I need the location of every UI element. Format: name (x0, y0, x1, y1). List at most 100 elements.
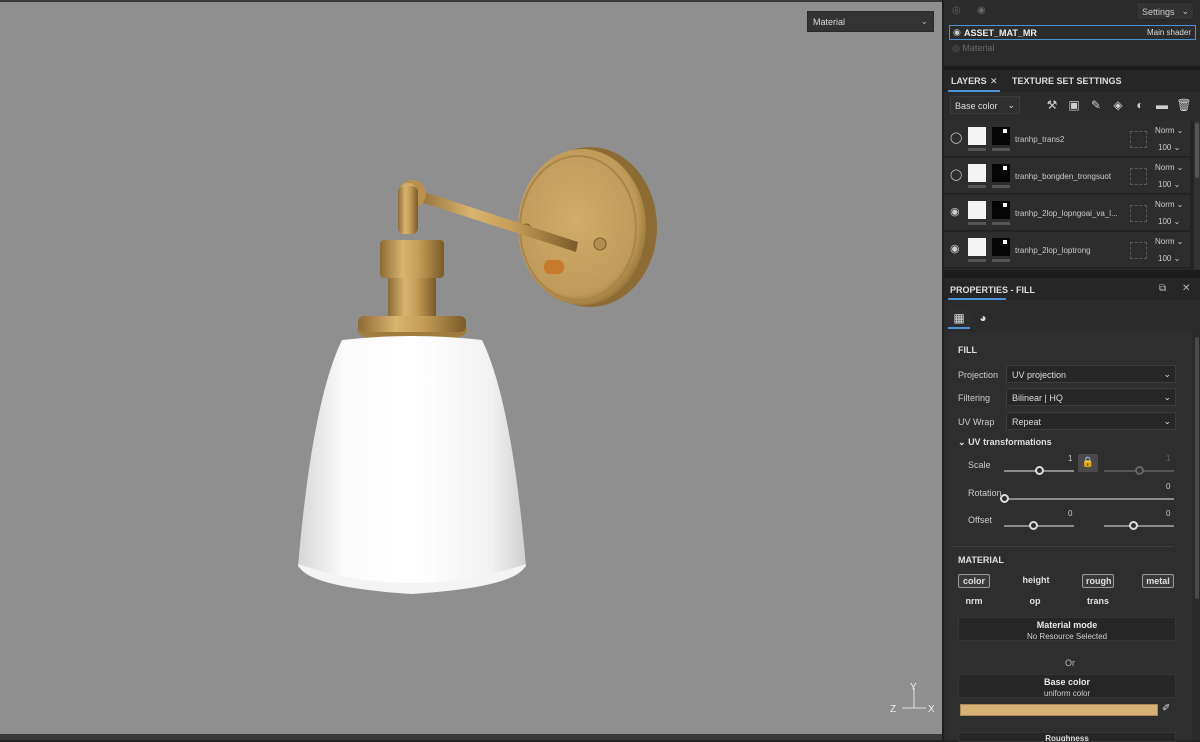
uv-transformations-toggle[interactable]: ⌄ UV transformations (958, 437, 1052, 448)
opacity-field[interactable]: 100 ⌄ (1158, 254, 1180, 263)
add-mask-icon[interactable]: ▣ (1066, 97, 1082, 113)
right-panel: ◎ ◉ Settings ⌄ ◉ ASSET_MAT_MR Main shade… (942, 0, 1200, 742)
mask-thumbnail[interactable] (992, 127, 1010, 145)
layer-placeholder (1130, 168, 1147, 185)
blend-mode-label: Norm (1155, 200, 1175, 209)
eye-icon[interactable]: ◉ (950, 205, 960, 218)
eye-icon[interactable]: ◉ (950, 242, 960, 255)
material-mode-slot[interactable]: Material mode No Resource Selected (958, 617, 1176, 641)
uvwrap-label: UV Wrap (958, 417, 995, 427)
close-icon[interactable]: ✕ (1182, 283, 1190, 294)
properties-title: PROPERTIES - FILL (950, 285, 1036, 295)
offset-v-slider-knob[interactable] (1129, 521, 1138, 530)
blend-mode-select[interactable]: Norm ⌄ (1155, 237, 1184, 246)
eye-icon[interactable]: ◯ (950, 168, 962, 181)
channel-chip-nrm[interactable]: nrm (958, 595, 990, 609)
mask-thumbnail[interactable] (992, 201, 1010, 219)
scrollbar-thumb[interactable] (1195, 123, 1199, 178)
properties-body: FILL Projection UV projection ⌄ Filterin… (948, 332, 1192, 742)
eye-all-icon[interactable]: ◉ (977, 5, 986, 16)
scrollbar-thumb[interactable] (1195, 337, 1199, 599)
offset-v-slider-track[interactable] (1104, 525, 1174, 527)
offset-label: Offset (968, 515, 992, 525)
uvwrap-value: Repeat (1012, 417, 1042, 427)
mask-bar (992, 222, 1010, 225)
projection-select[interactable]: UV projection ⌄ (1006, 365, 1176, 383)
layer-thumbnail (968, 238, 986, 256)
properties-scrollbar[interactable] (1194, 332, 1200, 740)
trash-icon[interactable]: 🗑 (1176, 97, 1192, 113)
opacity-field[interactable]: 100 ⌄ (1158, 217, 1180, 226)
opacity-field[interactable]: 100 ⌄ (1158, 180, 1180, 189)
3d-viewport[interactable]: Material ⌄ Y Z X (0, 0, 942, 740)
layer-stack: ◯ tranhp_trans2 Norm ⌄ 100 ⌄ ◯ tranhp_bo… (944, 121, 1194, 269)
channel-chip-metal[interactable]: metal (1142, 574, 1174, 588)
rotation-slider-track[interactable] (1004, 498, 1174, 500)
layer-placeholder (1130, 242, 1147, 259)
lamp-model (298, 147, 657, 594)
fill-layer-icon[interactable]: ◈ (1110, 97, 1126, 113)
layer-thumbnail (968, 164, 986, 182)
texture-set-topbar: ◎ ◉ Settings ⌄ (944, 0, 1200, 22)
chevron-down-icon: ⌄ (1163, 392, 1171, 402)
mask-thumbnail[interactable] (992, 164, 1010, 182)
blend-mode-select[interactable]: Norm ⌄ (1155, 163, 1184, 172)
rotation-slider-knob[interactable] (1000, 494, 1009, 503)
offset-u-slider-track[interactable] (1004, 525, 1074, 527)
opacity-value: 100 (1158, 180, 1172, 189)
channel-chip-height[interactable]: height (1018, 574, 1054, 588)
lock-icon[interactable]: 🔒 (1078, 454, 1098, 472)
add-effect-icon[interactable]: ⚒ (1044, 97, 1060, 113)
rotation-label: Rotation (968, 488, 1002, 498)
scale-slider-knob[interactable] (1035, 466, 1044, 475)
roughness-slot[interactable]: Roughness (958, 732, 1176, 742)
base-color-slot[interactable]: Base color uniform color (958, 674, 1176, 698)
visibility-all-icon[interactable]: ◎ (952, 5, 961, 16)
eye-icon[interactable]: ◯ (950, 131, 962, 144)
filtering-select[interactable]: Bilinear | HQ ⌄ (1006, 388, 1176, 406)
layer-row[interactable]: ◯ tranhp_bongden_trongsuot Norm ⌄ 100 ⌄ (944, 158, 1190, 194)
tab-texture-set-settings[interactable]: TEXTURE SET SETTINGS (1012, 76, 1122, 86)
smart-material-icon[interactable]: ◐ (1132, 97, 1148, 113)
folder-icon[interactable]: ▬ (1154, 97, 1170, 113)
material-row[interactable]: ◎ Material (952, 43, 994, 54)
mask-thumbnail[interactable] (992, 238, 1010, 256)
uvwrap-select[interactable]: Repeat ⌄ (1006, 412, 1176, 430)
settings-dropdown[interactable]: Settings ⌄ (1136, 2, 1194, 20)
channel-chip-rough[interactable]: rough (1082, 574, 1114, 588)
tab-layers[interactable]: LAYERS (951, 76, 987, 86)
undock-icon[interactable]: ⧉ (1159, 283, 1166, 294)
panel-tabs: LAYERS ✕ TEXTURE SET SETTINGS (944, 70, 1200, 92)
close-icon[interactable]: ✕ (990, 76, 998, 87)
eye-icon[interactable]: ◉ (953, 27, 961, 38)
channel-chip-op[interactable]: op (1022, 595, 1048, 609)
roughness-title: Roughness (1045, 734, 1089, 742)
viewport-mode-select[interactable]: Material ⌄ (807, 11, 934, 32)
channel-select[interactable]: Base color ⌄ (950, 96, 1020, 114)
eyedropper-icon[interactable]: ✐ (1162, 703, 1170, 714)
layer-scrollbar[interactable] (1194, 121, 1200, 269)
offset-u-slider-knob[interactable] (1029, 521, 1038, 530)
layer-row[interactable]: ◯ tranhp_trans2 Norm ⌄ 100 ⌄ (944, 121, 1190, 157)
opacity-value: 100 (1158, 217, 1172, 226)
active-tab-indicator (948, 298, 1006, 300)
layer-row[interactable]: ◉ tranhp_2lop_lopngoai_va_l... Norm ⌄ 10… (944, 195, 1190, 231)
opacity-field[interactable]: 100 ⌄ (1158, 143, 1180, 152)
layer-row[interactable]: ◉ tranhp_2lop_loptrong Norm ⌄ 100 ⌄ (944, 232, 1190, 268)
blend-mode-select[interactable]: Norm ⌄ (1155, 126, 1184, 135)
layer-toolbar: Base color ⌄ ⚒ ▣ ✎ ◈ ◐ ▬ 🗑 (944, 92, 1200, 120)
divider (944, 270, 1200, 278)
channel-chip-color[interactable]: color (958, 574, 990, 588)
layer-placeholder (1130, 131, 1147, 148)
texture-set-name: ASSET_MAT_MR (964, 28, 1037, 38)
base-color-swatch[interactable] (960, 704, 1158, 716)
filtering-value: Bilinear | HQ (1012, 393, 1063, 403)
mask-bar (992, 185, 1010, 188)
fill-properties-tab-icon[interactable]: ▦ (948, 307, 970, 329)
material-tab-icon[interactable]: ◕ (972, 307, 994, 329)
texture-set-row[interactable]: ◉ ASSET_MAT_MR Main shader (949, 25, 1196, 40)
paint-layer-icon[interactable]: ✎ (1088, 97, 1104, 113)
viewport-mode-label: Material (813, 17, 846, 27)
blend-mode-select[interactable]: Norm ⌄ (1155, 200, 1184, 209)
channel-chip-trans[interactable]: trans (1082, 595, 1114, 609)
